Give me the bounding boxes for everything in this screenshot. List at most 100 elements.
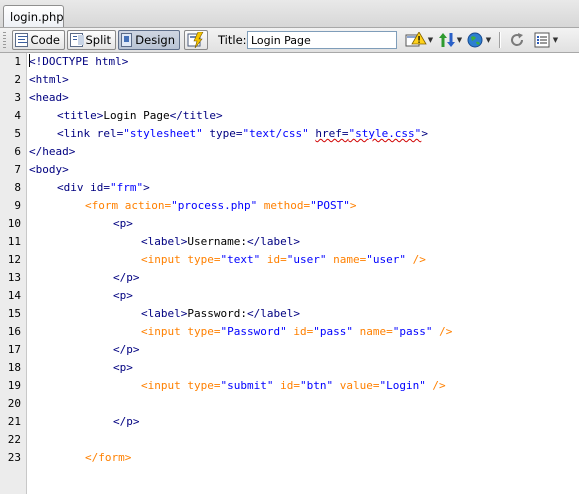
code-text: </form> [85, 449, 131, 467]
code-token: "pass" [392, 325, 433, 338]
line-number: 20 [7, 397, 21, 410]
line-number: 15 [7, 307, 21, 320]
line-number: 10 [7, 217, 21, 230]
code-token: <label> [141, 307, 188, 320]
code-line[interactable]: 20 [0, 395, 579, 413]
refresh-button[interactable] [506, 30, 528, 50]
code-token: "Password" [220, 325, 287, 338]
line-number: 22 [7, 433, 21, 446]
code-line[interactable]: 14 <p> [0, 287, 579, 305]
code-line[interactable]: 13 </p> [0, 269, 579, 287]
view-options-button[interactable]: ▼ [532, 30, 560, 50]
code-token: "text" [220, 253, 261, 266]
code-token: <input type= [141, 379, 221, 392]
chevron-down-icon: ▼ [456, 36, 463, 44]
code-token: id= [273, 379, 300, 392]
code-line[interactable]: 8 <div id="frm"> [0, 179, 579, 197]
toolbar-grip[interactable] [3, 32, 6, 48]
code-line[interactable]: 9 <form action="process.php" method="POST… [0, 197, 579, 215]
code-text: <p> [113, 215, 133, 233]
code-line[interactable]: 17 </p> [0, 341, 579, 359]
code-token: "process.php" [171, 199, 258, 212]
code-token: </p> [113, 415, 140, 428]
line-number: 13 [7, 271, 21, 284]
toolbar-separator [499, 32, 501, 48]
design-view-icon [121, 33, 133, 47]
preview-browser-button[interactable]: ▼ [466, 30, 492, 50]
code-token: "stylesheet" [123, 127, 203, 140]
code-token: </label> [246, 235, 300, 248]
tab-login-php[interactable]: login.php [3, 5, 64, 27]
chevron-down-icon: ▼ [552, 36, 559, 44]
code-token: </p> [113, 271, 140, 284]
browser-compat-button[interactable]: ▼ [404, 30, 434, 50]
code-token: Password: [187, 307, 247, 320]
code-token: </form> [85, 451, 132, 464]
code-line[interactable]: 12 <input type="text" id="user" name="use… [0, 251, 579, 269]
code-token: <label> [141, 235, 188, 248]
line-number: 17 [7, 343, 21, 356]
code-line[interactable]: 18 <p> [0, 359, 579, 377]
code-text: </p> [113, 341, 140, 359]
code-token: <head> [29, 91, 69, 104]
code-token: </p> [113, 343, 140, 356]
code-token: "submit" [220, 379, 274, 392]
code-line[interactable]: 19 <input type="submit" id="btn" value="L… [0, 377, 579, 395]
page-title-input[interactable] [247, 31, 397, 49]
code-line[interactable]: 7 <body> [0, 161, 579, 179]
code-text: <input type="submit" id="btn" value="Log… [141, 377, 446, 395]
code-line[interactable]: 22 [0, 431, 579, 449]
line-number: 4 [14, 109, 21, 122]
code-line[interactable]: 2 <html> [0, 71, 579, 89]
code-token: type= [202, 127, 243, 140]
code-token: <html> [29, 73, 69, 86]
code-line[interactable]: 3 <head> [0, 89, 579, 107]
code-line[interactable]: 10 <p> [0, 215, 579, 233]
code-token: href= [315, 127, 349, 140]
file-transfer-button[interactable]: ▼ [437, 30, 463, 50]
code-token: <body> [29, 163, 69, 176]
code-line[interactable]: 23 </form> [0, 449, 579, 467]
code-line[interactable]: 16 <input type="Password" id="pass" name=… [0, 323, 579, 341]
code-text: <link rel="stylesheet" type="text/css" h… [57, 125, 428, 143]
document-tab-strip: login.php [0, 0, 579, 28]
live-view-button[interactable] [184, 30, 208, 50]
line-number: 14 [7, 289, 21, 302]
code-line[interactable]: 11 <label>Username:</label> [0, 233, 579, 251]
code-line[interactable]: 15 <label>Password:</label> [0, 305, 579, 323]
code-token: "user" [286, 253, 327, 266]
code-token: </title> [169, 109, 223, 122]
split-view-button[interactable]: Split [67, 30, 116, 50]
code-token: /> [432, 325, 453, 338]
code-line[interactable]: 5 <link rel="stylesheet" type="text/css" … [0, 125, 579, 143]
file-transfer-icon [438, 33, 455, 47]
document-toolbar: Code Split Design Title: ▼ ▼ [0, 28, 579, 53]
code-token: "Login" [379, 379, 426, 392]
code-line[interactable]: 1 <!DOCTYPE html> [0, 53, 579, 71]
code-token: id= [286, 325, 314, 338]
code-line[interactable]: 21 </p> [0, 413, 579, 431]
code-token: name= [326, 253, 367, 266]
code-view-button[interactable]: Code [12, 30, 65, 50]
code-token: Login Page [103, 109, 170, 122]
code-token: <input type= [141, 325, 221, 338]
code-text: <form action="process.php" method="POST"… [85, 197, 357, 215]
chevron-down-icon: ▼ [485, 36, 492, 44]
split-view-icon [70, 33, 84, 47]
code-token: /> [405, 253, 426, 266]
code-text: <label>Password:</label> [141, 305, 300, 323]
code-text: <p> [113, 287, 133, 305]
code-text: <div id="frm"> [57, 179, 150, 197]
code-text: <title>Login Page</title> [57, 107, 223, 125]
code-line[interactable]: 6 </head> [0, 143, 579, 161]
code-editor[interactable]: 1 <!DOCTYPE html> 2 <html> 3 <head> 4 <title>Lo… [0, 53, 579, 494]
code-token: Username: [187, 235, 247, 248]
code-line[interactable]: 4 <title>Login Page</title> [0, 107, 579, 125]
design-view-button[interactable]: Design [118, 30, 180, 50]
code-token: "user" [366, 253, 406, 266]
line-number: 9 [14, 199, 21, 212]
code-token: <form action= [85, 199, 172, 212]
code-token: <p> [113, 217, 133, 230]
code-token: <!DOCTYPE html> [29, 55, 129, 68]
title-label: Title: [218, 33, 247, 47]
